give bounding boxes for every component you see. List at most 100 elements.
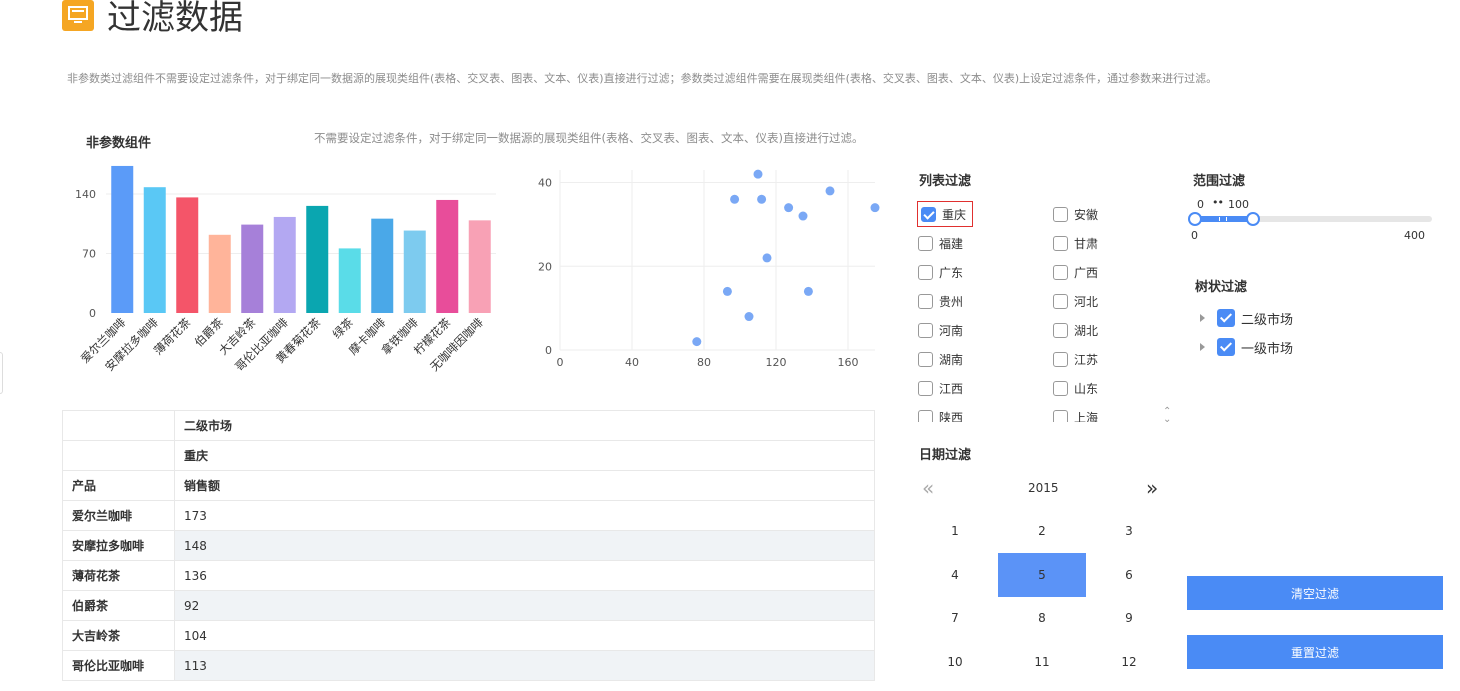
next-year-icon[interactable]: » <box>1146 476 1158 500</box>
nonparam-title: 非参数组件 <box>86 136 152 151</box>
scatter-point[interactable] <box>825 186 835 196</box>
list-filter-option[interactable]: 广西 <box>1053 260 1098 284</box>
side-handle[interactable] <box>0 352 3 394</box>
bar[interactable] <box>306 205 329 313</box>
checkbox[interactable] <box>918 293 933 309</box>
option-label: 上海 <box>1074 410 1099 423</box>
option-label: 广东 <box>939 265 964 280</box>
month-cell[interactable]: 4 <box>911 553 999 597</box>
bar[interactable] <box>241 224 264 313</box>
month-cell[interactable]: 9 <box>1085 596 1173 640</box>
list-filter-option[interactable]: 甘肃 <box>1053 231 1098 255</box>
sales-cell: 136 <box>174 560 875 591</box>
bar[interactable] <box>436 199 459 313</box>
region-header: 重庆 <box>174 440 875 471</box>
list-filter-option[interactable]: 河南 <box>918 318 963 342</box>
list-filter-option[interactable]: 上海 <box>1053 405 1098 422</box>
month-cell[interactable]: 11 <box>998 640 1086 684</box>
expand-arrow-icon[interactable] <box>1200 314 1205 322</box>
month-cell[interactable]: 6 <box>1085 553 1173 597</box>
bar[interactable] <box>468 220 491 313</box>
bar[interactable] <box>371 218 394 313</box>
prev-year-icon[interactable]: « <box>922 476 934 500</box>
list-filter-option[interactable]: 重庆 <box>916 201 974 227</box>
month-cell[interactable]: 7 <box>911 596 999 640</box>
bar-chart[interactable]: 070140爱尔兰咖啡安摩拉多咖啡薄荷花茶伯爵茶大吉岭茶哥伦比亚咖啡黄春菊花茶绿… <box>62 160 502 390</box>
scatter-point[interactable] <box>762 253 772 263</box>
checkbox[interactable] <box>918 235 933 251</box>
nonparam-description: 不需要设定过滤条件，对于绑定同一数据源的展现类组件(表格、交叉表、图表、文本、仪… <box>314 131 864 145</box>
checkbox[interactable] <box>1053 380 1068 396</box>
list-filter-option[interactable]: 贵州 <box>918 289 963 313</box>
bar[interactable] <box>403 230 426 313</box>
checkbox-checked[interactable] <box>921 206 936 222</box>
scatter-point[interactable] <box>722 286 732 296</box>
sales-column-header: 销售额 <box>174 470 875 501</box>
month-cell[interactable]: 12 <box>1085 640 1173 684</box>
product-cell: 伯爵茶 <box>62 590 175 621</box>
checkbox[interactable] <box>1053 322 1068 338</box>
bar[interactable] <box>111 165 134 313</box>
month-cell[interactable]: 3 <box>1085 509 1173 553</box>
list-filter[interactable]: 重庆 安徽福建 甘肃广东 广西贵州 河北河南 湖北湖南 江苏江西 山东陕西 上海 <box>914 198 1176 422</box>
checkbox[interactable] <box>918 380 933 396</box>
y-tick-label: 40 <box>538 177 552 190</box>
bar[interactable] <box>143 187 166 313</box>
checkbox[interactable] <box>1053 293 1068 309</box>
option-label: 湖南 <box>939 352 964 367</box>
list-filter-option[interactable]: 山东 <box>1053 376 1098 400</box>
x-tick-label: 绿茶 <box>330 315 357 342</box>
scatter-point[interactable] <box>744 312 754 322</box>
tree-node-secondary[interactable]: 二级市场 <box>1200 307 1293 329</box>
scatter-point[interactable] <box>753 169 763 179</box>
scroll-arrows-icon[interactable]: ⌃ ⌄ <box>1163 407 1171 425</box>
bar[interactable] <box>338 248 361 313</box>
month-cell[interactable]: 5 <box>998 552 1086 597</box>
scatter-point[interactable] <box>870 203 880 213</box>
month-cell[interactable]: 2 <box>998 509 1086 553</box>
checkbox[interactable] <box>1053 235 1068 251</box>
list-filter-option[interactable]: 广东 <box>918 260 963 284</box>
clear-filter-button[interactable]: 清空过滤 <box>1187 576 1443 610</box>
checkbox[interactable] <box>918 322 933 338</box>
scatter-point[interactable] <box>692 337 702 347</box>
scatter-point[interactable] <box>803 286 813 296</box>
x-tick-label: 0 <box>557 356 564 369</box>
bar[interactable] <box>208 234 231 313</box>
reset-filter-button[interactable]: 重置过滤 <box>1187 635 1443 669</box>
list-filter-option[interactable]: 湖北 <box>1053 318 1098 342</box>
list-filter-option[interactable]: 江西 <box>918 376 963 400</box>
scatter-point[interactable] <box>730 194 740 204</box>
bar[interactable] <box>176 197 199 313</box>
tree-checkbox[interactable] <box>1217 338 1235 356</box>
tree-checkbox[interactable] <box>1217 309 1235 327</box>
tree-filter-title: 树状过滤 <box>1195 280 1248 295</box>
list-filter-option[interactable]: 陕西 <box>918 405 963 422</box>
checkbox[interactable] <box>918 351 933 367</box>
expand-arrow-icon[interactable] <box>1200 343 1205 351</box>
scatter-point[interactable] <box>798 211 808 221</box>
bar[interactable] <box>273 216 296 313</box>
checkbox[interactable] <box>1053 264 1068 280</box>
scatter-chart[interactable]: 0 40 80 120 160 0 20 40 <box>520 160 890 390</box>
scatter-point[interactable] <box>757 194 767 204</box>
month-cell[interactable]: 1 <box>911 509 999 553</box>
checkbox[interactable] <box>1053 409 1068 422</box>
checkbox[interactable] <box>918 264 933 280</box>
checkbox[interactable] <box>1053 351 1068 367</box>
list-filter-option[interactable]: 福建 <box>918 231 963 255</box>
tree-node-primary[interactable]: 一级市场 <box>1200 336 1293 358</box>
checkbox[interactable] <box>1053 206 1068 222</box>
checkbox[interactable] <box>918 409 933 422</box>
x-tick-label: 80 <box>697 356 711 369</box>
list-filter-option[interactable]: 安徽 <box>1053 202 1098 226</box>
list-filter-option[interactable]: 河北 <box>1053 289 1098 313</box>
range-high-handle[interactable] <box>1246 212 1260 226</box>
month-cell[interactable]: 10 <box>911 640 999 684</box>
list-filter-option[interactable]: 湖南 <box>918 347 963 371</box>
range-grip-icon[interactable] <box>1219 217 1227 221</box>
scatter-point[interactable] <box>784 203 794 213</box>
range-low-handle[interactable] <box>1188 212 1202 226</box>
list-filter-option[interactable]: 江苏 <box>1053 347 1098 371</box>
month-cell[interactable]: 8 <box>998 596 1086 640</box>
